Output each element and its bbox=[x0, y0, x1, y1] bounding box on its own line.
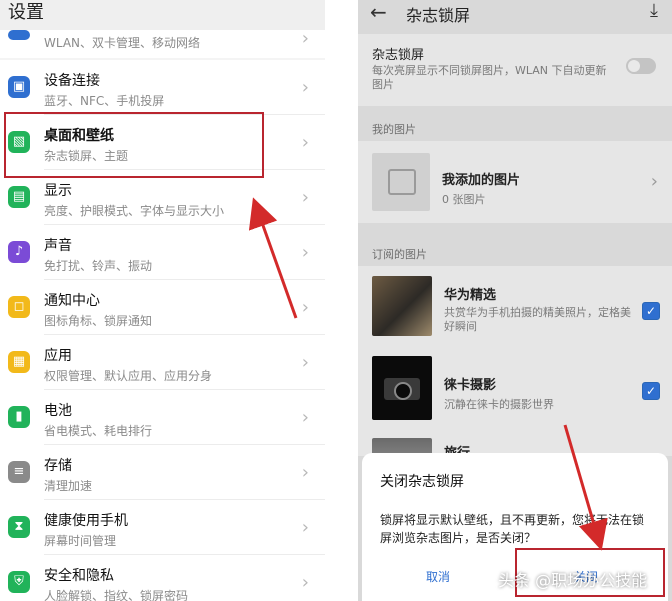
annotation-arrows bbox=[248, 197, 608, 551]
watermark-text: 头条 @职场办公技能 bbox=[498, 571, 648, 590]
arrow-to-confirm bbox=[563, 424, 608, 551]
arrow-to-wallpaper bbox=[248, 197, 298, 319]
